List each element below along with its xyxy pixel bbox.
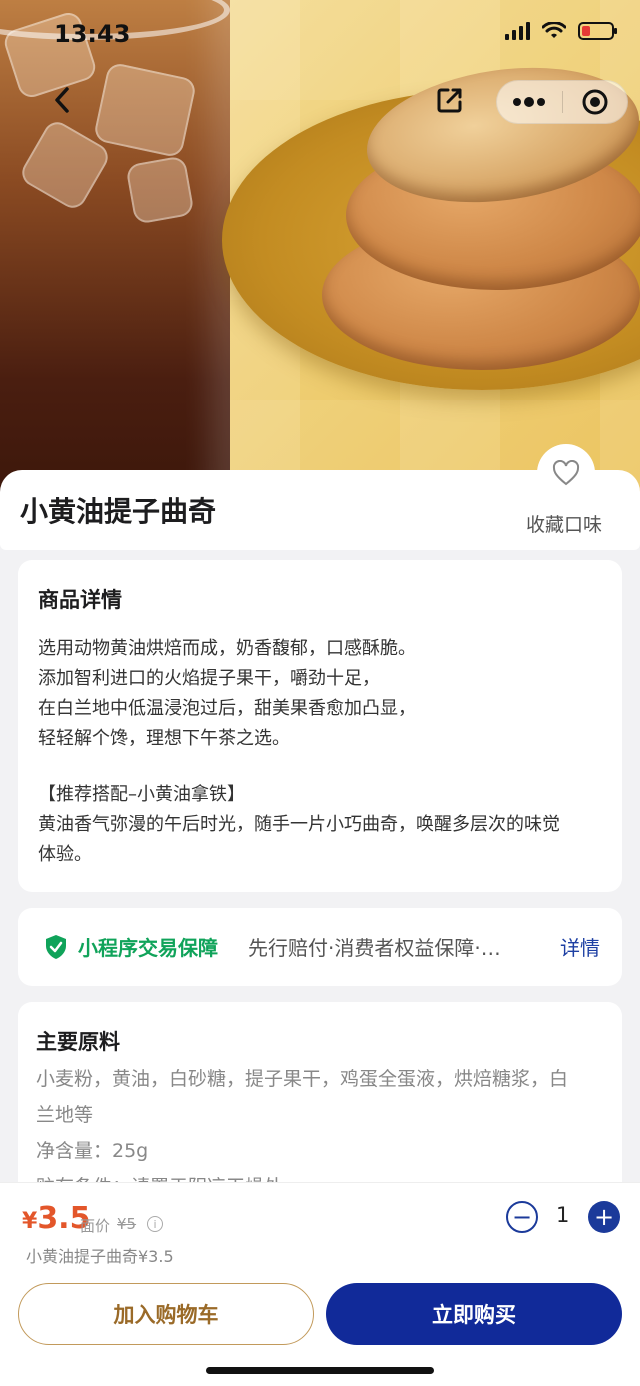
buy-now-button[interactable]: 立即购买 (326, 1283, 622, 1345)
details-line: 在白兰地中低温浸泡过后，甜美果香愈加凸显， (38, 698, 416, 719)
favorite-label[interactable]: 收藏口味 (526, 510, 602, 537)
quantity-value: 1 (556, 1203, 570, 1227)
target-icon (582, 89, 608, 115)
product-title: 小黄油提子曲奇 (20, 495, 217, 528)
original-price-label: 面价 (80, 1217, 111, 1235)
shield-check-icon (46, 935, 66, 959)
details-line: 添加智利进口的火焰提子果干，嚼劲十足， (38, 668, 380, 689)
battery-icon (578, 22, 617, 40)
product-hero-image: 13:43 (0, 0, 640, 510)
add-to-cart-button[interactable]: 加入购物车 (18, 1283, 314, 1345)
guarantee-title: 小程序交易保障 (78, 936, 218, 960)
info-icon[interactable]: i (147, 1216, 163, 1232)
guarantee-text: 先行赔付·消费者权益保障·… (248, 936, 501, 960)
details-heading: 商品详情 (38, 588, 122, 612)
close-miniprogram-button[interactable] (563, 81, 628, 123)
home-indicator (206, 1367, 434, 1374)
guarantee-details-link[interactable]: 详情 (560, 932, 600, 961)
back-chevron-icon (55, 87, 69, 113)
wifi-icon (542, 22, 566, 38)
ingredients-heading: 主要原料 (36, 1030, 120, 1054)
quantity-decrease-button[interactable]: − (506, 1201, 538, 1233)
original-price: ¥5 (117, 1215, 137, 1233)
share-button[interactable] (430, 80, 470, 120)
quantity-increase-button[interactable]: + (588, 1201, 620, 1233)
more-dots-icon (513, 97, 546, 107)
favorite-button[interactable] (537, 444, 595, 502)
details-line: 轻轻解个馋，理想下午茶之选。 (38, 728, 290, 749)
signal-icon (505, 22, 530, 40)
status-time: 13:43 (54, 20, 131, 48)
selection-summary: 小黄油提子曲奇¥3.5 (26, 1247, 174, 1266)
currency-symbol: ¥ (22, 1209, 38, 1234)
coffee-cup-image (0, 0, 230, 510)
status-icons (505, 22, 617, 40)
ingredients-card: 主要原料 小麦粉，黄油，白砂糖，提子果干，鸡蛋全蛋液，烘焙糖浆，白 兰地等 净含… (18, 1002, 622, 1202)
share-icon (437, 88, 462, 113)
product-details-card: 商品详情 选用动物黄油烘焙而成，奶香馥郁，口感酥脆。 添加智利进口的火焰提子果干… (18, 560, 622, 892)
ingredients-line: 兰地等 (36, 1104, 94, 1126)
purchase-bar: ¥3.5 面价 ¥5 i 小黄油提子曲奇¥3.5 − 1 + 加入购物车 立即购… (0, 1182, 640, 1386)
ingredients-line: 小麦粉，黄油，白砂糖，提子果干，鸡蛋全蛋液，烘焙糖浆，白 (36, 1068, 569, 1090)
details-line: 黄油香气弥漫的午后时光，随手一片小巧曲奇，唤醒多层次的味觉 (38, 814, 560, 835)
miniprogram-capsule (496, 80, 628, 124)
back-button[interactable] (44, 80, 80, 120)
net-weight: 净含量：25g (36, 1140, 149, 1162)
details-line: 选用动物黄油烘焙而成，奶香馥郁，口感酥脆。 (38, 638, 416, 659)
heart-icon (552, 460, 580, 486)
transaction-guarantee-row[interactable]: 小程序交易保障 先行赔付·消费者权益保障·… 详情 (18, 908, 622, 986)
details-line: 【推荐搭配–小黄油拿铁】 (38, 784, 245, 805)
details-line: 体验。 (38, 844, 92, 865)
more-button[interactable] (497, 81, 562, 123)
